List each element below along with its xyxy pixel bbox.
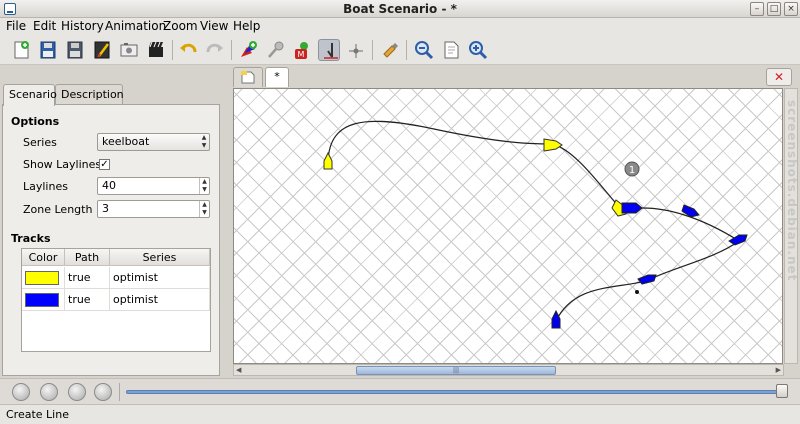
menu-edit[interactable]: Edit	[33, 19, 56, 33]
toolbar-separator	[372, 40, 373, 60]
spin-arrows-icon[interactable]: ▲ ▼	[199, 201, 209, 217]
toolbar-separator	[172, 40, 173, 60]
loop-icon[interactable]	[94, 383, 112, 401]
scenario-canvas[interactable]: 1	[233, 88, 783, 364]
track-path-cell[interactable]: true	[65, 267, 110, 289]
yellow-track-path	[327, 120, 620, 208]
zone-length-spinbox[interactable]: 3 ▲ ▼	[97, 200, 210, 218]
menu-bar: File Edit History Animation Zoom View He…	[0, 18, 800, 35]
title-bar: Boat Scenario - * – □ ×	[0, 0, 800, 18]
add-point-icon[interactable]	[345, 39, 367, 61]
track-point[interactable]	[635, 290, 639, 294]
add-mark-m-icon[interactable]: M	[291, 39, 313, 61]
table-row[interactable]	[22, 289, 65, 311]
animation-slider-handle[interactable]	[776, 384, 788, 398]
animation-bar	[0, 378, 800, 404]
new-tab-button[interactable]	[233, 67, 263, 87]
save-icon[interactable]	[64, 39, 86, 61]
table-row[interactable]	[22, 267, 65, 289]
properties-icon[interactable]	[379, 39, 401, 61]
blue-boat[interactable]	[621, 202, 643, 214]
scenario-panel: Scenario Description Options Series keel…	[2, 84, 220, 376]
menu-view[interactable]: View	[200, 19, 228, 33]
menu-history[interactable]: History	[61, 19, 104, 33]
stop-icon[interactable]	[68, 383, 86, 401]
create-line-icon[interactable]	[318, 39, 340, 61]
track-path-cell[interactable]: true	[65, 289, 110, 311]
series-label: Series	[23, 136, 57, 149]
column-header-color[interactable]: Color	[22, 249, 65, 266]
show-laylines-label: Show Laylines	[23, 158, 102, 171]
horizontal-scrollbar[interactable]: ◀ ||| ▶	[233, 364, 784, 376]
show-laylines-checkbox[interactable]: ✓	[99, 159, 110, 170]
toolbar-separator	[406, 40, 407, 60]
tracks-heading: Tracks	[11, 232, 51, 245]
document-tab-bar: * ✕	[228, 65, 800, 87]
add-track-icon[interactable]	[237, 39, 259, 61]
laylines-value: 40	[102, 179, 116, 192]
track-drawing[interactable]: 1	[234, 89, 783, 364]
combo-arrows-icon: ▲ ▼	[201, 134, 207, 149]
save-as-icon[interactable]	[91, 39, 113, 61]
zoom-out-icon[interactable]	[413, 39, 435, 61]
laylines-spinbox[interactable]: 40 ▲ ▼	[97, 177, 210, 195]
menu-zoom[interactable]: Zoom	[163, 19, 198, 33]
status-bar: Create Line	[0, 404, 800, 424]
blue-boat[interactable]	[551, 309, 561, 329]
svg-text:M: M	[298, 50, 305, 59]
add-mark-icon[interactable]	[264, 39, 286, 61]
pause-icon[interactable]	[40, 383, 58, 401]
status-text: Create Line	[6, 408, 69, 421]
minimize-button[interactable]: –	[750, 2, 764, 16]
track-series-cell[interactable]: optimist	[110, 267, 210, 289]
animation-slider[interactable]	[126, 390, 782, 394]
series-select[interactable]: keelboat ▲ ▼	[97, 133, 210, 151]
track-color-swatch[interactable]	[25, 271, 59, 285]
zone-length-label: Zone Length	[23, 203, 93, 216]
zoom-fit-icon[interactable]	[440, 39, 462, 61]
tab-description[interactable]: Description	[55, 84, 124, 105]
tab-scenario[interactable]: Scenario	[3, 84, 57, 106]
column-header-path[interactable]: Path	[65, 249, 110, 266]
laylines-label: Laylines	[23, 180, 68, 193]
toolbar-separator	[119, 383, 120, 401]
tab-scenario-doc[interactable]: *	[265, 67, 289, 87]
export-image-icon[interactable]	[118, 39, 140, 61]
open-file-icon[interactable]	[37, 39, 59, 61]
track-series-cell[interactable]: optimist	[110, 289, 210, 311]
close-tab-icon[interactable]: ✕	[766, 68, 792, 86]
redo-icon[interactable]	[204, 39, 226, 61]
menu-file[interactable]: File	[6, 19, 26, 33]
new-file-icon[interactable]	[10, 39, 32, 61]
export-animation-icon[interactable]	[145, 39, 167, 61]
spin-arrows-icon[interactable]: ▲ ▼	[199, 178, 209, 194]
mark-1[interactable]: 1	[624, 161, 640, 177]
scroll-right-icon[interactable]: ▶	[776, 366, 781, 374]
blue-boat[interactable]	[637, 274, 657, 285]
zone-length-value: 3	[102, 202, 109, 215]
window-title: Boat Scenario - *	[343, 2, 457, 16]
menu-animation[interactable]: Animation	[105, 19, 166, 33]
toolbar: M	[0, 35, 800, 65]
toolbar-separator	[231, 40, 232, 60]
tracks-table: Color Path Series true optimist true opt…	[21, 248, 211, 352]
yellow-boat[interactable]	[323, 151, 333, 170]
play-icon[interactable]	[12, 383, 30, 401]
watermark: screenshots.debian.net	[785, 100, 799, 282]
mark-label: 1	[629, 165, 635, 176]
column-header-series[interactable]: Series	[110, 249, 210, 266]
new-tab-icon	[241, 71, 255, 84]
blue-track-path	[555, 207, 741, 322]
yellow-boat[interactable]	[543, 138, 563, 152]
undo-icon[interactable]	[177, 39, 199, 61]
menu-help[interactable]: Help	[233, 19, 260, 33]
track-color-swatch[interactable]	[25, 293, 59, 307]
zoom-in-icon[interactable]	[467, 39, 489, 61]
options-heading: Options	[11, 115, 60, 128]
close-window-button[interactable]: ×	[784, 2, 798, 16]
maximize-button[interactable]: □	[767, 2, 781, 16]
scroll-left-icon[interactable]: ◀	[236, 366, 241, 374]
horizontal-scroll-thumb[interactable]: |||	[356, 366, 556, 375]
series-value: keelboat	[102, 135, 150, 148]
